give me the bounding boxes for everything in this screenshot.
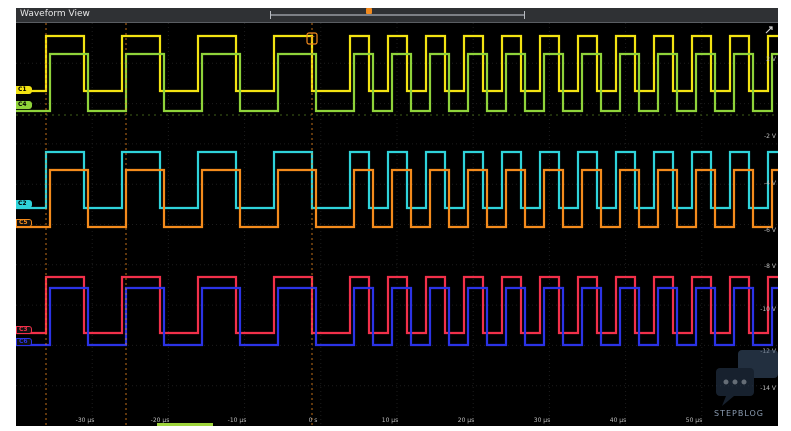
y-scale-label: 2 V bbox=[766, 56, 776, 63]
trigger-line: T bbox=[16, 32, 778, 116]
scrollbar-left-end[interactable] bbox=[270, 11, 271, 19]
y-scale-label: -8 V bbox=[764, 263, 776, 270]
window-title: Waveform View bbox=[20, 9, 90, 19]
trace-c4 bbox=[16, 52, 778, 113]
scrollbar-right-end[interactable] bbox=[524, 11, 525, 19]
channel-badge-c3[interactable]: C3 bbox=[16, 326, 32, 334]
channel-badge-c4[interactable]: C4 bbox=[16, 101, 32, 109]
x-time-label: 50 µs bbox=[685, 417, 703, 424]
waveform-plot[interactable]: T bbox=[16, 23, 778, 426]
waveform-traces bbox=[16, 34, 778, 347]
trace-c5 bbox=[16, 168, 778, 229]
waveform-view-panel: Waveform View T 2 V -2 V -4 V -6 V -8 V -10 V… bbox=[16, 8, 778, 426]
channel-badge-c5[interactable]: C5 bbox=[16, 219, 32, 227]
y-scale-label: -6 V bbox=[764, 227, 776, 234]
trigger-position-marker[interactable] bbox=[366, 8, 372, 14]
channel-badge-c2[interactable]: C2 bbox=[16, 200, 32, 208]
x-time-label: 20 µs bbox=[457, 417, 475, 424]
channel-badge-c6[interactable]: C6 bbox=[16, 338, 32, 346]
x-time-label: -30 µs bbox=[75, 417, 95, 424]
channel-badge-c1[interactable]: C1 bbox=[16, 86, 32, 94]
y-scale-label: -4 V bbox=[764, 180, 776, 187]
x-time-label: -10 µs bbox=[227, 417, 247, 424]
x-time-label: 0 s bbox=[308, 417, 318, 424]
x-time-label: 40 µs bbox=[609, 417, 627, 424]
graticule-grid bbox=[16, 23, 778, 426]
watermark-text: STEPBLOG bbox=[714, 409, 764, 418]
fullscreen-icon[interactable] bbox=[764, 25, 774, 35]
trigger-marker-label: T bbox=[309, 35, 315, 44]
horizontal-position-indicator bbox=[157, 423, 213, 426]
timebase-scrollbar[interactable] bbox=[270, 11, 525, 19]
trigger-time-marker[interactable]: T bbox=[306, 32, 318, 45]
trace-c6 bbox=[16, 286, 778, 347]
title-bar: Waveform View bbox=[16, 8, 778, 23]
x-time-label: 30 µs bbox=[533, 417, 551, 424]
y-scale-label: -2 V bbox=[764, 133, 776, 140]
y-scale-label: -10 V bbox=[760, 306, 776, 313]
x-time-label: 10 µs bbox=[381, 417, 399, 424]
